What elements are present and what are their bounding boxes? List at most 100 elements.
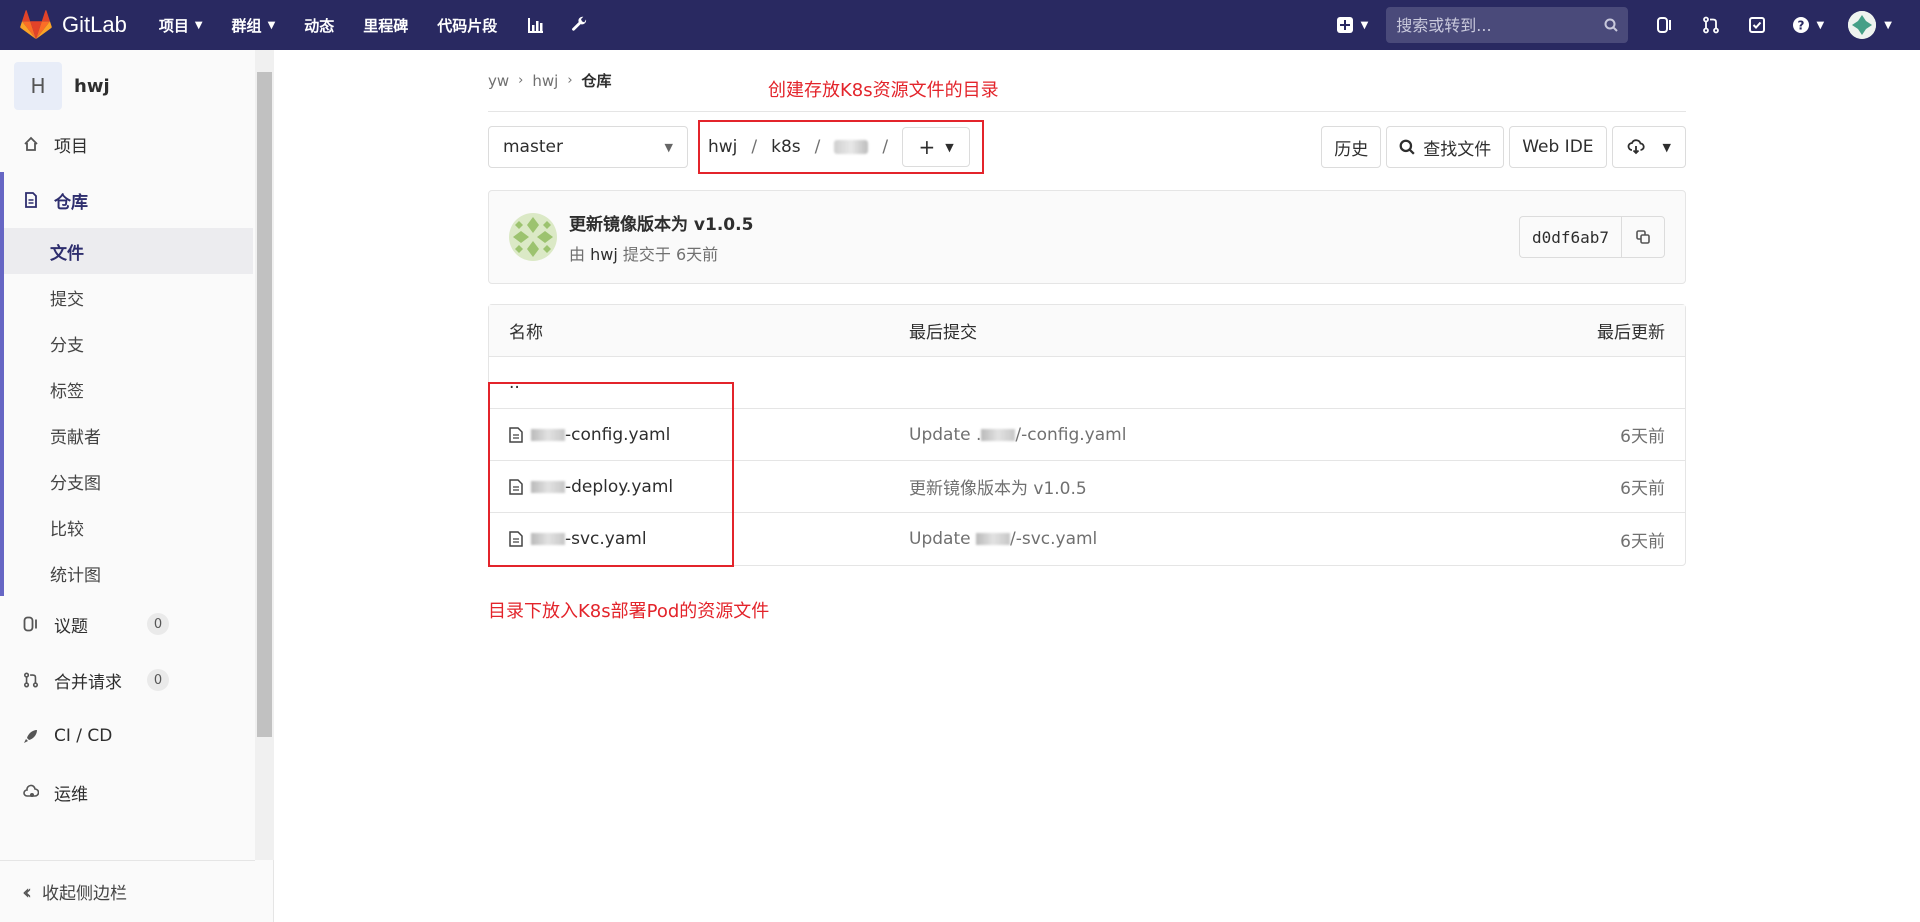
column-header-last-update: 最后更新 (1597, 323, 1665, 343)
todos-nav-button[interactable] (1734, 0, 1780, 50)
sidebar-sub-files[interactable]: 文件 (0, 228, 253, 274)
copy-icon (1636, 230, 1650, 244)
sidebar-item-project[interactable]: 项目 (0, 116, 273, 172)
nav-snippets[interactable]: 代码片段 (425, 0, 514, 50)
mr-count-badge: 0 (147, 669, 169, 691)
commit-info: 更新镜像版本为 v1.0.5 由 hwj 提交于 6天前 (569, 210, 753, 265)
collapse-sidebar-label: 收起侧边栏 (42, 884, 127, 904)
find-file-label: 查找文件 (1423, 139, 1492, 160)
chevron-down-icon: ▼ (945, 140, 954, 154)
file-last-commit[interactable]: Update . /-config.yaml (909, 425, 1465, 445)
path-segment[interactable]: hwj (708, 137, 737, 157)
tree-actions: 历史 查找文件 Web IDE ▼ (1316, 126, 1686, 168)
sidebar-sub-tags[interactable]: 标签 (0, 366, 273, 412)
chevron-down-icon: ▼ (664, 140, 673, 154)
sidebar-context-header[interactable]: H hwj (0, 56, 273, 116)
sidebar-item-merge-requests[interactable]: 合并请求 0 (0, 652, 273, 708)
commit-message-prefix: Update (909, 529, 976, 549)
new-dropdown[interactable]: ▼ (1336, 17, 1369, 33)
issues-nav-button[interactable] (1642, 0, 1688, 50)
sidebar-sub-compare[interactable]: 比较 (0, 504, 273, 550)
find-file-button[interactable]: 查找文件 (1386, 126, 1505, 168)
sidebar-sub-branches[interactable]: 分支 (0, 320, 273, 366)
breadcrumb-current[interactable]: 仓库 (582, 70, 612, 91)
nav-projects[interactable]: 项目 ▼ (147, 0, 220, 50)
add-to-tree-dropdown[interactable]: + ▼ (902, 127, 971, 167)
sidebar-sub-commits[interactable]: 提交 (0, 274, 273, 320)
sidebar-scrollbar[interactable] (255, 50, 274, 860)
nav-milestones[interactable]: 里程碑 (351, 0, 425, 50)
main-content: yw › hwj › 仓库 创建存放K8s资源文件的目录 master ▼ hw… (488, 50, 1686, 622)
issues-icon (1657, 17, 1672, 33)
file-last-commit[interactable]: Update /-svc.yaml (909, 529, 1465, 549)
sidebar-item-label: 合并请求 (54, 672, 122, 693)
svg-text:?: ? (1798, 19, 1805, 33)
file-table-header: 名称 最后提交 最后更新 (489, 305, 1685, 357)
download-dropdown[interactable]: ▼ (1611, 126, 1686, 168)
history-button[interactable]: 历史 (1321, 126, 1382, 168)
user-avatar (1848, 11, 1877, 39)
home-icon (22, 135, 40, 153)
chevron-down-icon: ▼ (1360, 19, 1369, 31)
sidebar-item-label: 项目 (54, 136, 88, 157)
nav-activity[interactable]: 动态 (292, 0, 351, 50)
nav-admin[interactable] (558, 0, 602, 50)
sidebar-item-issues[interactable]: 议题 0 (0, 596, 273, 652)
chevron-right-icon: › (567, 73, 573, 88)
document-icon (22, 191, 40, 209)
commit-message-suffix: /-svc.yaml (1009, 529, 1098, 549)
page-scrollbar[interactable] (1903, 50, 1920, 922)
commit-message-suffix: /-config.yaml (1015, 424, 1127, 445)
nav-links: 项目 ▼ 群组 ▼ 动态 里程碑 代码片段 (147, 0, 602, 50)
branch-select[interactable]: master ▼ (488, 126, 688, 168)
gitlab-home-link[interactable]: GitLab (20, 0, 127, 50)
sidebar-item-repository[interactable]: 仓库 (0, 172, 273, 228)
wrench-icon (572, 16, 587, 31)
file-last-commit[interactable]: 更新镜像版本为 v1.0.5 (909, 474, 1465, 499)
file-last-update: 6天前 (1620, 479, 1665, 499)
annotation-create-dir: 创建存放K8s资源文件的目录 (768, 80, 999, 101)
nav-groups[interactable]: 群组 ▼ (220, 0, 293, 50)
breadcrumb-link[interactable]: hwj (532, 72, 558, 90)
path-separator: / (751, 137, 758, 157)
commit-title[interactable]: 更新镜像版本为 v1.0.5 (569, 210, 753, 235)
nav-right: ▼ 搜索或转到... ? ▼ ▼ (1336, 0, 1920, 50)
plus-icon: + (918, 135, 936, 159)
search-input[interactable] (1396, 15, 1605, 35)
web-ide-button[interactable]: Web IDE (1509, 126, 1607, 168)
sidebar-scrollbar-thumb[interactable] (257, 72, 272, 737)
nav-activity-label: 动态 (304, 16, 335, 35)
gitlab-logo-icon (20, 10, 52, 40)
chevron-down-icon: ▼ (1662, 140, 1671, 154)
branch-name: master (503, 137, 563, 157)
sidebar-sub-graph[interactable]: 分支图 (0, 458, 273, 504)
collapse-sidebar-button[interactable]: ‹‹ 收起侧边栏 (0, 860, 255, 922)
sidebar-sub-charts[interactable]: 统计图 (0, 550, 273, 596)
nav-milestones-label: 里程碑 (363, 16, 409, 35)
breadcrumb-link[interactable]: yw (488, 72, 509, 90)
rocket-icon (22, 727, 40, 745)
help-dropdown[interactable]: ? ▼ (1780, 0, 1836, 50)
column-header-name: 名称 (509, 323, 543, 343)
path-segment[interactable]: k8s (771, 137, 801, 157)
redacted-path-segment[interactable] (834, 140, 869, 154)
cloud-download-icon (1627, 139, 1645, 155)
tree-controls: master ▼ hwj / k8s / / + ▼ 历史 查找文件 Web I… (488, 112, 1686, 182)
brand-name: GitLab (62, 12, 127, 37)
search-icon (1399, 139, 1415, 155)
nav-analytics[interactable] (514, 0, 558, 50)
project-name: hwj (74, 75, 110, 97)
sidebar-sub-contributors[interactable]: 贡献者 (0, 412, 273, 458)
sidebar-item-operations[interactable]: 运维 (0, 764, 273, 820)
chevron-right-icon: › (518, 73, 524, 88)
chevron-down-icon: ▼ (267, 19, 276, 31)
copy-sha-button[interactable] (1621, 216, 1665, 258)
commit-sha[interactable]: d0df6ab7 (1518, 216, 1621, 258)
commit-author-avatar[interactable] (509, 213, 557, 261)
path-separator: / (814, 137, 821, 157)
sidebar-item-cicd[interactable]: CI / CD (0, 708, 273, 764)
merge-requests-nav-button[interactable] (1688, 0, 1734, 50)
user-menu[interactable]: ▼ (1848, 11, 1892, 39)
commit-author-link[interactable]: hwj (590, 245, 618, 264)
chevron-down-icon: ▼ (1816, 19, 1825, 31)
